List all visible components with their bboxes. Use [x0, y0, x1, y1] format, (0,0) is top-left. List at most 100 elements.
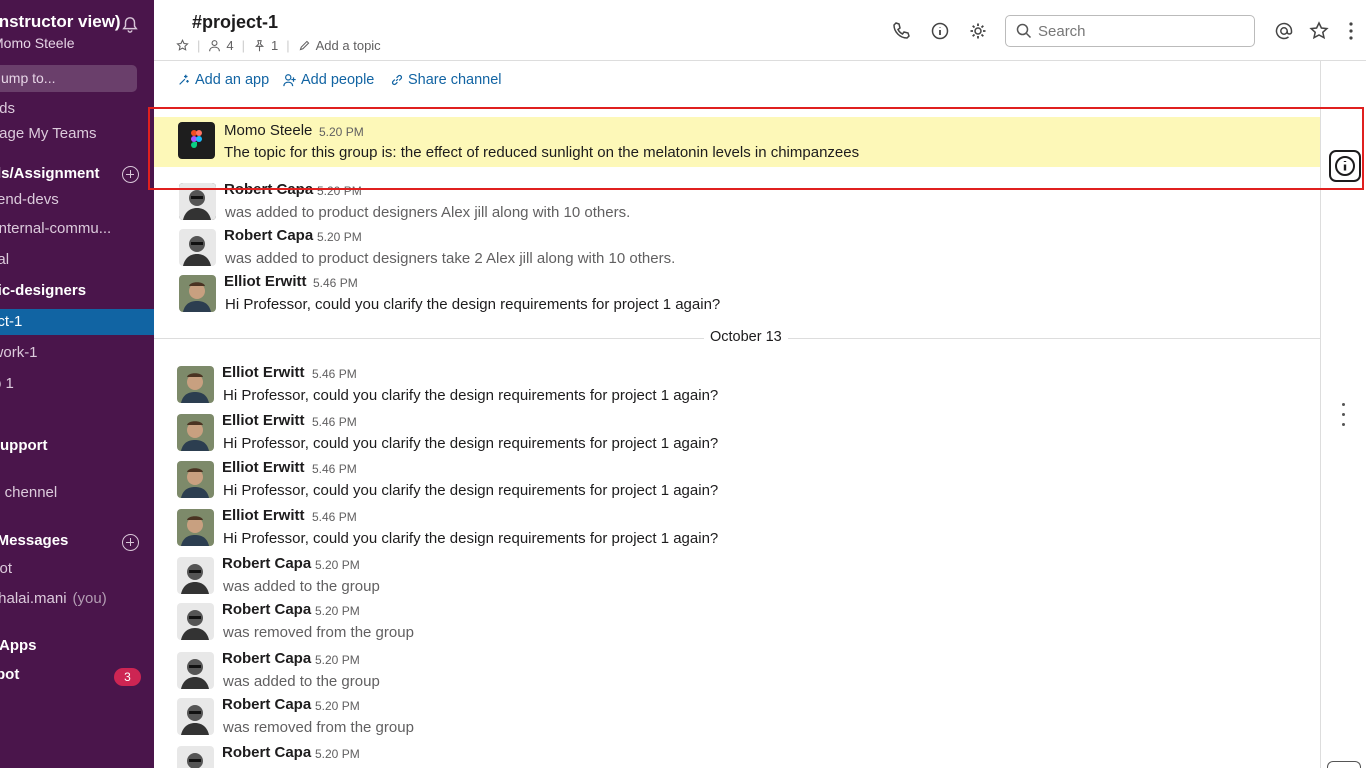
gear-icon[interactable] — [968, 21, 988, 41]
add-person-icon — [283, 74, 296, 87]
sidebar-item-main-chennel[interactable]: main chennel — [0, 480, 57, 506]
message-time[interactable]: 5.20 PM — [315, 699, 360, 713]
message-author[interactable]: Robert Capa — [222, 696, 311, 713]
message-author[interactable]: Elliot Erwitt — [222, 507, 305, 524]
jump-to-input[interactable]: Jump to... — [0, 65, 137, 92]
user-avatar[interactable] — [177, 698, 214, 735]
message-author[interactable]: Elliot Erwitt — [222, 459, 305, 476]
saved-star-icon[interactable] — [1309, 21, 1329, 41]
user-avatar[interactable] — [177, 366, 214, 403]
sidebar-item-homework-1[interactable]: homework-1 — [0, 340, 38, 366]
info-icon[interactable] — [930, 21, 950, 41]
message-time[interactable]: 5.46 PM — [313, 276, 358, 290]
message-author[interactable]: Robert Capa — [224, 181, 313, 198]
message-item[interactable]: Robert Capa 5.20 PM was added to the gro… — [154, 555, 1320, 597]
pin-icon[interactable] — [253, 39, 266, 52]
message-time[interactable]: 5.20 PM — [317, 230, 362, 244]
search-box[interactable] — [1005, 15, 1255, 47]
sidebar-item-threads[interactable]: Threads — [0, 96, 15, 122]
sidebar-item-team-internal[interactable]: team-internal-commu... — [0, 216, 111, 242]
bell-icon[interactable] — [121, 16, 139, 34]
mentions-icon[interactable] — [1274, 21, 1294, 41]
message-item[interactable]: Elliot Erwitt 5.46 PM Hi Professor, coul… — [154, 507, 1320, 549]
message-text: Hi Professor, could you clarify the desi… — [223, 387, 719, 404]
message-item[interactable]: Robert Capa 5.20 PM was added to product… — [154, 181, 1320, 223]
sidebar-section-apps[interactable]: Apps — [0, 633, 37, 659]
channel-name[interactable]: #project-1 — [192, 12, 278, 33]
search-input[interactable] — [1038, 21, 1238, 41]
message-author[interactable]: Elliot Erwitt — [224, 273, 307, 290]
sidebar-section-channels[interactable]: Channels/Assignment — [0, 161, 100, 187]
message-time[interactable]: 5.20 PM — [319, 125, 364, 139]
user-avatar[interactable] — [177, 509, 214, 546]
add-topic-link[interactable]: Add a topic — [316, 38, 381, 53]
rail-tab[interactable] — [1327, 761, 1361, 768]
share-channel-button[interactable]: Share channel — [390, 72, 502, 88]
message-item[interactable]: Elliot Erwitt 5.46 PM Hi Professor, coul… — [154, 459, 1320, 501]
members-count[interactable]: 4 — [226, 38, 233, 53]
message-item[interactable]: Elliot Erwitt 5.46 PM Hi Professor, coul… — [154, 273, 1320, 315]
details-button[interactable] — [1329, 150, 1361, 182]
sidebar-item-manage-teams[interactable]: Manage My Teams — [0, 121, 96, 147]
members-icon[interactable] — [208, 39, 221, 52]
message-item[interactable]: Robert Capa 5.20 PM was removed from the… — [154, 601, 1320, 643]
message-time[interactable]: 5.20 PM — [315, 747, 360, 761]
user-avatar[interactable] — [177, 746, 214, 768]
sidebar-item-group-1[interactable]: group 1 — [0, 371, 14, 397]
message-author[interactable]: Robert Capa — [222, 555, 311, 572]
message-item[interactable]: Robert Capa 5.20 PM was removed from the… — [154, 696, 1320, 738]
more-vertical-icon[interactable] — [1341, 21, 1361, 41]
person-photo-icon — [177, 603, 214, 640]
message-item[interactable]: Robert Capa 5.20 PM — [154, 744, 1320, 768]
message-item[interactable]: Robert Capa 5.20 PM was added to product… — [154, 227, 1320, 269]
message-item[interactable]: Elliot Erwitt 5.46 PM Hi Professor, coul… — [154, 364, 1320, 406]
message-author[interactable]: Momo Steele — [224, 122, 312, 139]
add-dm-icon[interactable] — [122, 534, 139, 551]
user-avatar[interactable] — [179, 183, 216, 220]
message-author[interactable]: Elliot Erwitt — [222, 364, 305, 381]
message-time[interactable]: 5.20 PM — [315, 653, 360, 667]
sidebar-item-general[interactable]: general — [0, 247, 9, 273]
message-time[interactable]: 5.20 PM — [317, 184, 362, 198]
sidebar-item-front-end-devs[interactable]: front-end-devs — [0, 187, 59, 213]
message-item[interactable]: Momo Steele 5.20 PM The topic for this g… — [154, 117, 1320, 167]
message-time[interactable]: 5.46 PM — [312, 415, 357, 429]
user-avatar[interactable] — [177, 461, 214, 498]
resize-handle-icon[interactable] — [1342, 403, 1345, 431]
add-app-button[interactable]: Add an app — [177, 72, 269, 88]
message-item[interactable]: Robert Capa 5.20 PM was added to the gro… — [154, 650, 1320, 692]
add-channel-icon[interactable] — [122, 166, 139, 183]
sidebar-section-direct-messages[interactable]: Direct Messages — [0, 528, 68, 554]
message-item[interactable]: Elliot Erwitt 5.46 PM Hi Professor, coul… — [154, 412, 1320, 454]
message-author[interactable]: Robert Capa — [222, 601, 311, 618]
add-people-button[interactable]: Add people — [283, 72, 374, 88]
user-avatar[interactable] — [177, 603, 214, 640]
person-photo-icon — [179, 183, 216, 220]
star-icon[interactable] — [176, 39, 189, 52]
message-time[interactable]: 5.20 PM — [315, 604, 360, 618]
sidebar-section-support[interactable]: Support — [0, 433, 48, 459]
message-author[interactable]: Robert Capa — [224, 227, 313, 244]
user-avatar[interactable] — [179, 229, 216, 266]
user-avatar[interactable] — [177, 557, 214, 594]
date-divider[interactable]: October 13 — [704, 329, 788, 345]
phone-icon[interactable] — [891, 21, 911, 41]
user-avatar[interactable] — [177, 414, 214, 451]
message-time[interactable]: 5.46 PM — [312, 462, 357, 476]
message-time[interactable]: 5.20 PM — [315, 558, 360, 572]
sidebar-item-slackbot[interactable]: slackbot — [0, 556, 12, 582]
figma-app-avatar[interactable] — [178, 122, 215, 159]
workspace-title[interactable]: Instructor view) — [0, 12, 121, 32]
user-avatar[interactable] — [177, 652, 214, 689]
message-author[interactable]: Robert Capa — [222, 650, 311, 667]
user-avatar[interactable] — [179, 275, 216, 312]
message-author[interactable]: Robert Capa — [222, 744, 311, 761]
sidebar-item-bot[interactable]: bot — [0, 662, 19, 688]
pinned-count[interactable]: 1 — [271, 38, 278, 53]
sidebar-item-project-1[interactable]: project-1 — [0, 309, 154, 335]
message-time[interactable]: 5.46 PM — [312, 367, 357, 381]
sidebar-item-thalai-mani[interactable]: thalai.mani (you) — [0, 586, 107, 612]
sidebar-item-graphic-designers[interactable]: graphic-designers — [0, 278, 86, 304]
message-author[interactable]: Elliot Erwitt — [222, 412, 305, 429]
message-time[interactable]: 5.46 PM — [312, 510, 357, 524]
